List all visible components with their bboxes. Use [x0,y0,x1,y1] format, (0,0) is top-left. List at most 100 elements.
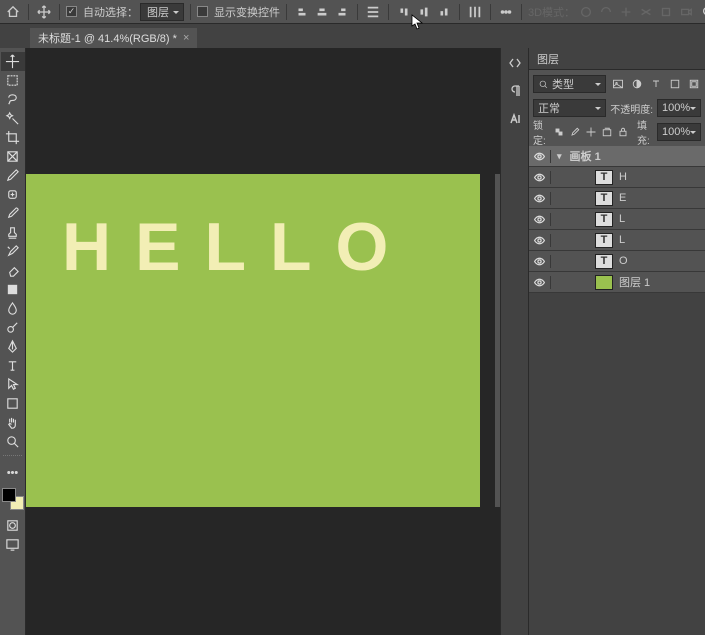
lock-pos-icon[interactable] [585,125,597,140]
lock-label: 锁定: [533,117,549,147]
lock-all-icon[interactable] [617,125,629,140]
wand-tool[interactable] [1,109,25,128]
opacity-field[interactable]: 100% [657,99,701,117]
filter-shape-icon[interactable] [667,77,682,92]
paragraph-panel-icon[interactable] [504,80,526,102]
layer-name[interactable]: 画板 1 [570,148,601,164]
eyedropper-tool[interactable] [1,166,25,185]
layer-filter-dropdown[interactable]: 类型 [533,75,606,93]
visibility-toggle[interactable] [529,213,551,226]
lock-nest-icon[interactable] [601,125,613,140]
hand-tool[interactable] [1,413,25,432]
document-tab[interactable]: 未标题-1 @ 41.4%(RGB/8) * × [30,28,197,48]
visibility-toggle[interactable] [529,171,551,184]
type-tool[interactable] [1,356,25,375]
layer-name[interactable]: L [619,213,625,225]
layer-row[interactable]: TE [529,188,705,209]
screenmode-tool[interactable] [1,535,25,554]
layer-name[interactable]: 图层 1 [619,274,650,290]
visibility-toggle[interactable] [529,255,551,268]
crop-tool[interactable] [1,128,25,147]
quickmask-tool[interactable] [1,516,25,535]
layer-name[interactable]: O [619,255,628,267]
collapsed-panels-strip [500,48,528,635]
move-tool[interactable] [1,52,25,71]
layer-name[interactable]: L [619,234,625,246]
gradient-tool[interactable] [1,280,25,299]
history-brush-tool[interactable] [1,242,25,261]
canvas-scrollbar[interactable] [495,174,500,507]
shape-tool[interactable] [1,394,25,413]
type-layer-icon: T [595,254,613,269]
show-transform-label: 显示变换控件 [214,4,280,20]
opacity-label: 不透明度: [610,101,653,116]
document-tab-title: 未标题-1 @ 41.4%(RGB/8) * [38,30,177,46]
zoom-tool[interactable] [1,432,25,451]
layer-thumbnail [595,275,613,290]
frame-tool[interactable] [1,147,25,166]
auto-select-checkbox[interactable] [66,6,77,17]
stamp-tool[interactable] [1,223,25,242]
layers-panel-header[interactable]: 图层 [529,48,705,70]
fill-field[interactable]: 100% [657,123,701,141]
auto-select-dropdown[interactable]: 图层 [140,3,184,21]
layer-row[interactable]: 图层 1 [529,272,705,293]
layer-row[interactable]: ▾ 画板 1 [529,146,705,167]
layer-tree[interactable]: ▾画板 1THTETLTLTO图层 1 [529,146,705,635]
move-tool-icon[interactable] [35,3,53,21]
distribute-h-icon[interactable] [364,3,382,21]
search-icon[interactable] [699,3,705,21]
type-layer-icon: T [595,170,613,185]
foreground-color-swatch[interactable] [2,488,16,502]
visibility-toggle[interactable] [529,192,551,205]
3d-pan-icon [617,3,635,21]
layer-row[interactable]: TL [529,230,705,251]
show-transform-checkbox[interactable] [197,6,208,17]
type-layer-icon: T [595,191,613,206]
marquee-tool[interactable] [1,71,25,90]
filter-adjust-icon[interactable] [629,77,644,92]
edit-toolbar-icon[interactable] [1,463,25,482]
document-tab-bar: 未标题-1 @ 41.4%(RGB/8) * × [0,24,705,48]
visibility-toggle[interactable] [529,150,551,163]
lock-trans-icon[interactable] [553,125,565,140]
brush-tool[interactable] [1,204,25,223]
layer-row[interactable]: TH [529,167,705,188]
close-tab-icon[interactable]: × [183,32,189,44]
color-swatches[interactable] [0,486,25,516]
filter-smart-icon[interactable] [686,77,701,92]
blur-tool[interactable] [1,299,25,318]
align-bottom-icon[interactable] [435,3,453,21]
filter-type-icon[interactable] [648,77,663,92]
visibility-toggle[interactable] [529,234,551,247]
3d-camera-icon [677,3,695,21]
align-left-icon[interactable] [293,3,311,21]
distribute-v-icon[interactable] [466,3,484,21]
filter-image-icon[interactable] [610,77,625,92]
auto-select-label: 自动选择： [83,4,138,20]
layer-row[interactable]: TO [529,251,705,272]
eraser-tool[interactable] [1,261,25,280]
expand-panels-icon[interactable] [504,52,526,74]
canvas-area[interactable]: HELLO [26,48,500,635]
blend-mode-dropdown[interactable]: 正常 [533,99,606,117]
layer-row[interactable]: TL [529,209,705,230]
visibility-toggle[interactable] [529,276,551,289]
layer-name[interactable]: E [619,192,626,204]
lock-paint-icon[interactable] [569,125,581,140]
heal-tool[interactable] [1,185,25,204]
align-right-icon[interactable] [333,3,351,21]
more-options-icon[interactable] [497,3,515,21]
lasso-tool[interactable] [1,90,25,109]
chevron-down-icon[interactable]: ▾ [557,151,562,162]
pen-tool[interactable] [1,337,25,356]
dodge-tool[interactable] [1,318,25,337]
path-select-tool[interactable] [1,375,25,394]
fill-label: 填充: [637,117,653,147]
type-layer-icon: T [595,212,613,227]
home-icon[interactable] [4,3,22,21]
align-hcenter-icon[interactable] [313,3,331,21]
canvas[interactable]: HELLO [26,174,480,507]
character-panel-icon[interactable] [504,108,526,130]
layer-name[interactable]: H [619,171,627,183]
